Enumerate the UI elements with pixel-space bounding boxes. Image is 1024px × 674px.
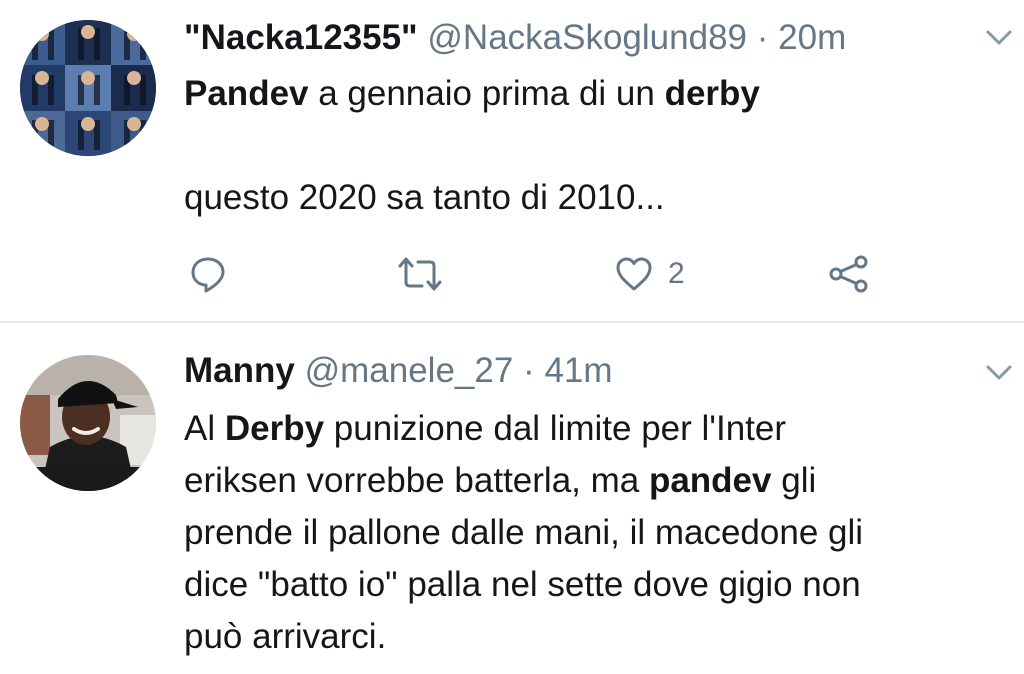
avatar[interactable] [20,20,156,156]
display-name[interactable]: Manny [184,351,295,390]
share-button[interactable] [828,252,870,296]
highlighted-keyword: derby [664,74,760,113]
share-icon [828,254,870,294]
chevron-down-icon[interactable] [984,28,1014,48]
highlighted-keyword: Pandev [184,74,309,113]
text-segment: gli [771,461,817,500]
text-segment: a gennaio prima di un [308,74,665,113]
display-name[interactable]: "Nacka12355" [184,18,418,57]
separator: · [756,18,769,57]
highlighted-keyword: pandev [648,461,772,500]
tweet-text-line: Pandev a gennaio prima di un derby [184,68,1004,120]
text-segment: prende il pallone dalle mani, il macedon… [184,513,864,552]
user-handle[interactable]: @manele_27 [305,351,514,390]
reply-button[interactable] [188,252,228,296]
heart-icon [614,254,654,294]
retweet-button[interactable] [396,252,444,296]
tweet-text-line: prende il pallone dalle mani, il macedon… [184,507,1004,559]
timestamp[interactable]: 41m [544,351,612,390]
text-segment: questo 2020 sa tanto di 2010... [184,178,665,217]
tweet-text-line: può arrivarci. [184,611,1004,663]
text-segment: punizione dal limite per l'Inter [324,409,786,448]
timestamp[interactable]: 20m [778,18,846,57]
avatar[interactable] [20,355,156,491]
tweet-text-line: questo 2020 sa tanto di 2010... [184,172,1004,224]
text-segment: eriksen vorrebbe batterla, ma [184,461,649,500]
tweet-header: "Nacka12355" @NackaSkoglund89 · 20m [184,16,846,60]
tweet-header: Manny @manele_27 · 41m [184,349,613,393]
tweet[interactable]: "Nacka12355" @NackaSkoglund89 · 20m Pand… [0,0,1024,322]
chevron-down-icon[interactable] [984,363,1014,383]
text-segment: dice "batto io" palla nel sette dove gig… [184,565,861,604]
tweet-text: Al Derby punizione dal limite per l'Inte… [184,403,1004,663]
like-count: 2 [668,257,685,290]
tweet-text: Pandev a gennaio prima di un derby questo… [184,68,1004,224]
retweet-icon [396,254,444,294]
tweet-text-line: eriksen vorrebbe batterla, ma pandev gli [184,455,1004,507]
text-segment: può arrivarci. [184,617,387,656]
tweet-text-line: Al Derby punizione dal limite per l'Inte… [184,403,1004,455]
tweet-text-line [184,120,1004,172]
text-segment: Al [184,409,225,448]
tweet-text-line: dice "batto io" palla nel sette dove gig… [184,559,1004,611]
separator: · [523,351,535,390]
tweet[interactable]: Manny @manele_27 · 41m Al Derby punizion… [0,323,1024,674]
reply-icon [188,254,228,294]
user-handle[interactable]: @NackaSkoglund89 [427,18,747,57]
highlighted-keyword: Derby [224,409,325,448]
like-button[interactable]: 2 [614,252,685,296]
